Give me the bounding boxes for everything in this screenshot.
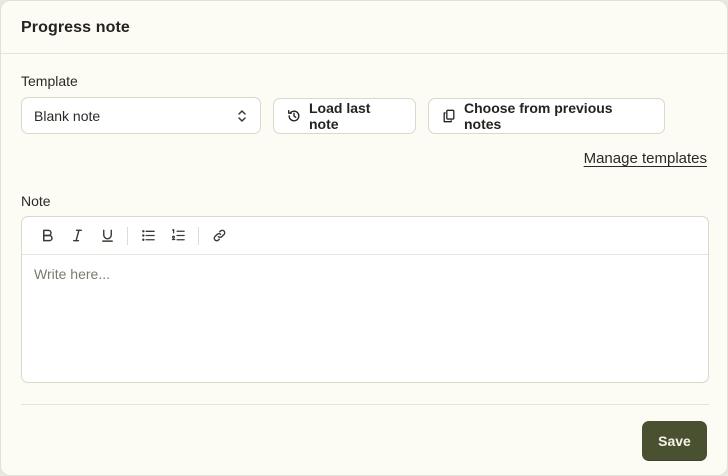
note-editor: Write here... xyxy=(21,216,709,383)
link-button[interactable] xyxy=(204,221,234,251)
underline-icon xyxy=(101,229,113,242)
numbered-list-button[interactable] xyxy=(163,221,193,251)
chevron-up-down-icon xyxy=(236,109,248,123)
choose-previous-notes-label: Choose from previous notes xyxy=(464,100,613,132)
note-label: Note xyxy=(21,193,51,209)
italic-button[interactable] xyxy=(62,221,92,251)
history-icon xyxy=(287,109,301,123)
toolbar-divider xyxy=(127,226,128,245)
note-text-area[interactable]: Write here... xyxy=(22,255,708,382)
choose-previous-notes-button[interactable]: Choose from previous notes xyxy=(428,98,665,134)
underline-button[interactable] xyxy=(92,221,122,251)
copy-documents-icon xyxy=(442,109,456,123)
load-last-note-label: Load last note xyxy=(309,100,371,132)
template-label: Template xyxy=(21,73,78,89)
toolbar-divider xyxy=(198,226,199,245)
italic-icon xyxy=(72,229,82,242)
editor-toolbar xyxy=(22,217,708,255)
template-select[interactable]: Blank note xyxy=(21,97,261,134)
manage-templates-link[interactable]: Manage templates xyxy=(584,150,707,167)
link-icon xyxy=(213,229,225,242)
page-title: Progress note xyxy=(21,18,130,36)
save-button[interactable]: Save xyxy=(642,421,707,461)
modal-header: Progress note xyxy=(1,1,727,54)
progress-note-modal: Progress note Template Blank note Load l… xyxy=(0,0,728,476)
template-select-value: Blank note xyxy=(34,107,101,124)
numbered-list-icon xyxy=(171,228,185,241)
bullet-list-button[interactable] xyxy=(133,221,163,251)
load-last-note-button[interactable]: Load last note xyxy=(273,98,416,134)
bullet-list-icon xyxy=(141,230,155,241)
bold-button[interactable] xyxy=(32,221,62,251)
footer-divider xyxy=(21,404,709,405)
bold-icon xyxy=(42,229,53,242)
